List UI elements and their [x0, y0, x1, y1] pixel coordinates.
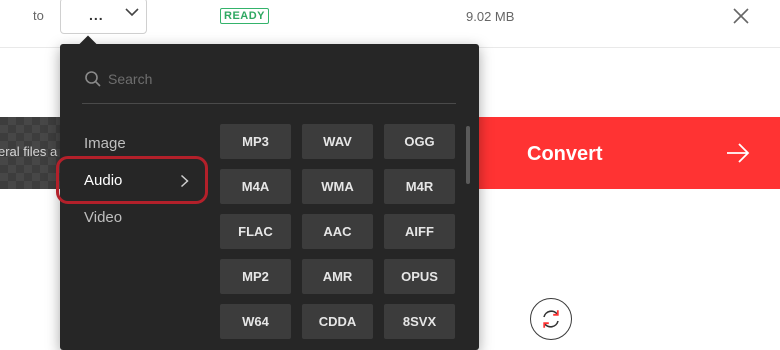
search-input[interactable] — [108, 68, 448, 90]
status-badge: READY — [220, 8, 270, 24]
format-option[interactable]: WAV — [302, 124, 373, 159]
format-select-value: ... — [89, 7, 104, 23]
close-icon[interactable] — [730, 5, 752, 27]
convert-button[interactable]: Convert — [478, 117, 780, 189]
format-option[interactable]: M4A — [220, 169, 291, 204]
format-option[interactable]: OPUS — [384, 259, 455, 294]
add-files-button[interactable]: eral files a — [0, 117, 64, 189]
convert-label: Convert — [527, 143, 603, 165]
format-grid: MP3 WAV OGG M4A WMA M4R FLAC AAC AIFF MP… — [220, 124, 462, 339]
format-option[interactable]: MP2 — [220, 259, 291, 294]
to-label: to — [33, 8, 44, 23]
format-option[interactable]: AAC — [302, 214, 373, 249]
format-option[interactable]: M4R — [384, 169, 455, 204]
format-option[interactable]: AMR — [302, 259, 373, 294]
file-row: to ... READY 9.02 MB — [0, 0, 780, 48]
category-label: Image — [84, 135, 126, 152]
format-option[interactable]: 8SVX — [384, 304, 455, 339]
format-option[interactable]: WMA — [302, 169, 373, 204]
chevron-right-icon — [180, 174, 189, 188]
format-dropdown: Image Audio Video MP3 WAV OGG M4A WMA M4… — [56, 35, 479, 350]
chevron-down-icon — [125, 8, 139, 17]
format-option[interactable]: W64 — [220, 304, 291, 339]
format-select[interactable]: ... — [60, 0, 147, 34]
arrow-right-icon — [727, 143, 750, 163]
file-size: 9.02 MB — [466, 9, 515, 24]
format-option[interactable]: AIFF — [384, 214, 455, 249]
format-search — [82, 62, 456, 104]
category-label: Audio — [84, 172, 123, 189]
format-option[interactable]: FLAC — [220, 214, 291, 249]
category-audio[interactable]: Audio — [60, 163, 208, 199]
format-option[interactable]: MP3 — [220, 124, 291, 159]
refresh-button[interactable] — [530, 298, 572, 340]
search-icon — [85, 71, 101, 87]
format-option[interactable]: CDDA — [302, 304, 373, 339]
category-image[interactable]: Image — [60, 126, 208, 162]
format-option[interactable]: OGG — [384, 124, 455, 159]
category-label: Video — [84, 209, 123, 226]
refresh-icon — [543, 310, 559, 328]
add-files-text: eral files a — [0, 144, 58, 159]
dropdown-scrollbar[interactable] — [466, 126, 470, 184]
category-video[interactable]: Video — [60, 200, 208, 236]
